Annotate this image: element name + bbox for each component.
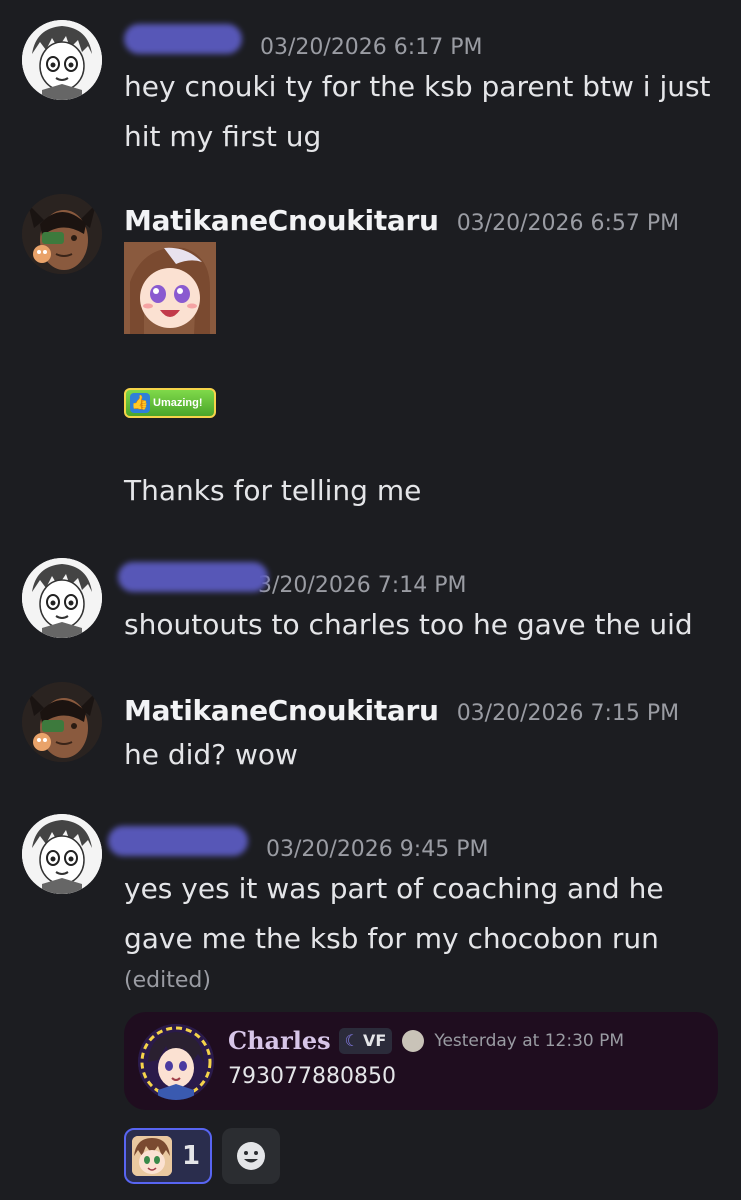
edited-indicator: (edited)	[124, 956, 724, 1003]
smiley-add-reaction-icon	[237, 1142, 266, 1170]
reaction-count: 1	[182, 1141, 201, 1171]
catgirl-portrait-icon	[22, 194, 102, 274]
anime-character-avatar-icon	[138, 1024, 214, 1100]
user-avatar[interactable]	[22, 558, 102, 638]
message-text: Thanks for telling me	[124, 474, 422, 507]
embedded-message-header: Charles ☾ VF Yesterday at 12:30 PM	[228, 1026, 624, 1055]
thumbs-up-icon: 👍	[130, 393, 150, 413]
message-text-content: yes yes it was part of coaching and he g…	[124, 872, 664, 955]
charles-avatar[interactable]	[138, 1024, 214, 1100]
redacted-username[interactable]	[108, 826, 248, 856]
server-tag-label: VF	[363, 1031, 387, 1050]
message-text: hey cnouki ty for the ksb parent btw i j…	[124, 70, 711, 153]
redacted-username[interactable]	[124, 24, 242, 54]
umazing-emoji[interactable]: 👍 Umazing!	[124, 388, 216, 418]
username[interactable]: MatikaneCnoukitaru	[124, 204, 439, 237]
moon-icon: ☾	[344, 1031, 359, 1050]
reply-timestamp: Yesterday at 12:30 PM	[434, 1030, 625, 1051]
emoji-label: Umazing!	[153, 397, 203, 409]
edited-label: (edited)	[124, 968, 211, 993]
message-timestamp: 03/20/2026 6:17 PM	[260, 35, 483, 60]
reaction-pill[interactable]: 1	[124, 1128, 213, 1184]
message-timestamp: 03/20/2026 6:57 PM	[456, 211, 680, 236]
user-avatar[interactable]	[22, 682, 102, 762]
username[interactable]: MatikaneCnoukitaru	[124, 694, 439, 727]
message-text: shoutouts to charles too he gave the uid	[124, 608, 693, 641]
user-avatar[interactable]	[22, 814, 102, 894]
redacted-username[interactable]	[118, 562, 268, 592]
reply-username[interactable]: Charles	[228, 1026, 331, 1055]
catgirl-portrait-icon	[22, 682, 102, 762]
message-timestamp: 03/20/2026 9:45 PM	[266, 837, 489, 862]
reply-text: 793077880850	[228, 1064, 396, 1089]
message-timestamp: 3/20/2026 7:14 PM	[258, 573, 467, 598]
message-text: he did? wow	[124, 738, 298, 771]
sticker-image[interactable]	[124, 242, 216, 334]
user-avatar[interactable]	[22, 20, 102, 100]
message-timestamp: 03/20/2026 7:15 PM	[456, 701, 680, 726]
umamusume-face-icon	[132, 1136, 172, 1176]
small-avatar-icon	[402, 1029, 425, 1052]
user-avatar[interactable]	[22, 194, 102, 274]
add-reaction-button[interactable]	[222, 1128, 281, 1184]
sketch-face-icon	[22, 20, 102, 100]
sketch-face-icon	[22, 558, 102, 638]
reaction-bar: 1	[124, 1128, 281, 1184]
message-text: yes yes it was part of coaching and he g…	[124, 864, 724, 964]
server-tag-badge[interactable]: ☾ VF	[338, 1027, 393, 1054]
sketch-face-icon	[22, 814, 102, 894]
anime-girl-sticker-icon	[124, 242, 216, 334]
embedded-message-card[interactable]: Charles ☾ VF Yesterday at 12:30 PM 79307…	[124, 1012, 718, 1110]
